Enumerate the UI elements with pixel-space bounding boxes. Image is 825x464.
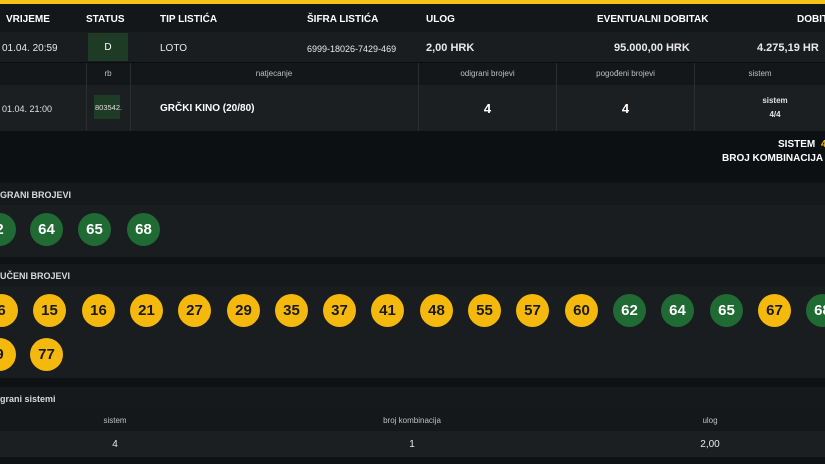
number-ball: 41 [371, 294, 404, 327]
drawn-numbers-list: 6 15 16 21 27 29 35 37 41 48 55 57 60 62 64 65 67 68 9 77 [0, 286, 825, 378]
divider [86, 63, 87, 131]
col-odigrani: odigrani brojevi [460, 69, 515, 78]
status-badge: D [88, 33, 128, 61]
event-played-count: 4 [483, 101, 492, 116]
number-ball: 60 [565, 294, 598, 327]
ticket-table-header: VRIJEME STATUS TIP LISTIĆA ŠIFRA LISTIĆA… [0, 4, 825, 32]
number-ball: 57 [516, 294, 549, 327]
summary-system-value: 4 [821, 139, 825, 150]
event-table-header: rb natjecanje odigrani brojevi pogođeni … [0, 63, 825, 85]
systems-row: 4 1 2,00 [0, 431, 825, 457]
col-vrijeme: VRIJEME [6, 14, 50, 25]
number-ball: 27 [178, 294, 211, 327]
event-hit-count: 4 [621, 101, 630, 116]
number-ball: 37 [323, 294, 356, 327]
number-ball: 29 [227, 294, 260, 327]
col-tip: TIP LISTIĆA [160, 14, 218, 25]
number-ball: 65 [710, 294, 743, 327]
col-sys-sistem: sistem [103, 416, 127, 425]
divider [694, 63, 695, 131]
number-ball: 68 [806, 294, 825, 327]
col-dobit: DOBIT [797, 14, 825, 25]
divider [556, 63, 557, 131]
sys-ulog: 2,00 [700, 439, 720, 450]
number-ball: 65 [78, 213, 111, 246]
event-competition: GRČKI KINO (20/80) [160, 103, 255, 114]
number-ball: 9 [0, 338, 16, 371]
drawn-numbers-title: UČENI BROJEVI [0, 271, 71, 281]
ticket-code: 6999-18026-7429-469 [307, 44, 397, 54]
number-ball: 55 [468, 294, 501, 327]
col-ulog: ULOG [426, 14, 455, 25]
number-ball: 64 [661, 294, 694, 327]
number-ball: 68 [127, 213, 160, 246]
col-sys-ulog: ulog [702, 416, 718, 425]
number-ball: 2 [0, 213, 16, 246]
col-status: STATUS [86, 14, 125, 25]
number-ball: 15 [33, 294, 66, 327]
systems-header: grani sistemi [0, 387, 825, 409]
number-ball: 62 [613, 294, 646, 327]
number-ball: 16 [82, 294, 115, 327]
number-ball: 48 [420, 294, 453, 327]
divider [130, 63, 131, 131]
number-ball: 21 [130, 294, 163, 327]
number-ball: 35 [275, 294, 308, 327]
event-time: 01.04. 21:00 [2, 104, 53, 114]
system-summary: SISTEM 4 BROJ KOMBINACIJA [0, 131, 825, 181]
sys-kombinacija: 1 [409, 439, 415, 450]
summary-combinations-label: BROJ KOMBINACIJA [722, 153, 824, 164]
event-system-label: sistem [762, 96, 788, 105]
summary-system-label: SISTEM [778, 139, 816, 150]
col-sifra: ŠIFRA LISTIĆA [307, 14, 379, 25]
event-system-value: 4/4 [769, 110, 781, 119]
number-ball: 64 [30, 213, 63, 246]
sys-sistem: 4 [112, 439, 118, 450]
col-sys-kombinacija: broj kombinacija [383, 416, 441, 425]
drawn-numbers-header: UČENI BROJEVI [0, 264, 825, 286]
systems-title: grani sistemi [0, 394, 56, 404]
col-eventualni: EVENTUALNI DOBITAK [597, 14, 709, 25]
number-ball: 67 [758, 294, 791, 327]
played-numbers-title: GRANI BROJEVI [0, 190, 72, 200]
ticket-potential-win: 95.000,00 HRK [614, 42, 690, 54]
played-numbers-header: GRANI BROJEVI [0, 183, 825, 205]
status-value: D [104, 42, 112, 53]
number-ball: 6 [0, 294, 18, 327]
col-sistem: sistem [748, 69, 772, 78]
col-rb: rb [104, 69, 112, 78]
event-rb: 803542. [95, 103, 123, 112]
played-numbers-list: 2 64 65 68 [0, 205, 825, 257]
number-ball: 77 [30, 338, 63, 371]
divider [418, 63, 419, 131]
ticket-win: 4.275,19 HR [757, 42, 819, 54]
systems-table-header: sistem broj kombinacija ulog [0, 409, 825, 431]
ticket-time: 01.04. 20:59 [2, 43, 58, 54]
event-row[interactable]: 01.04. 21:00 GRČKI KINO (20/80) 4 4 sist… [0, 85, 825, 131]
col-pogodeni: pogođeni brojevi [596, 69, 655, 78]
ticket-stake: 2,00 HRK [426, 42, 475, 54]
col-natjecanje: natjecanje [255, 69, 293, 78]
ticket-type: LOTO [160, 43, 188, 54]
